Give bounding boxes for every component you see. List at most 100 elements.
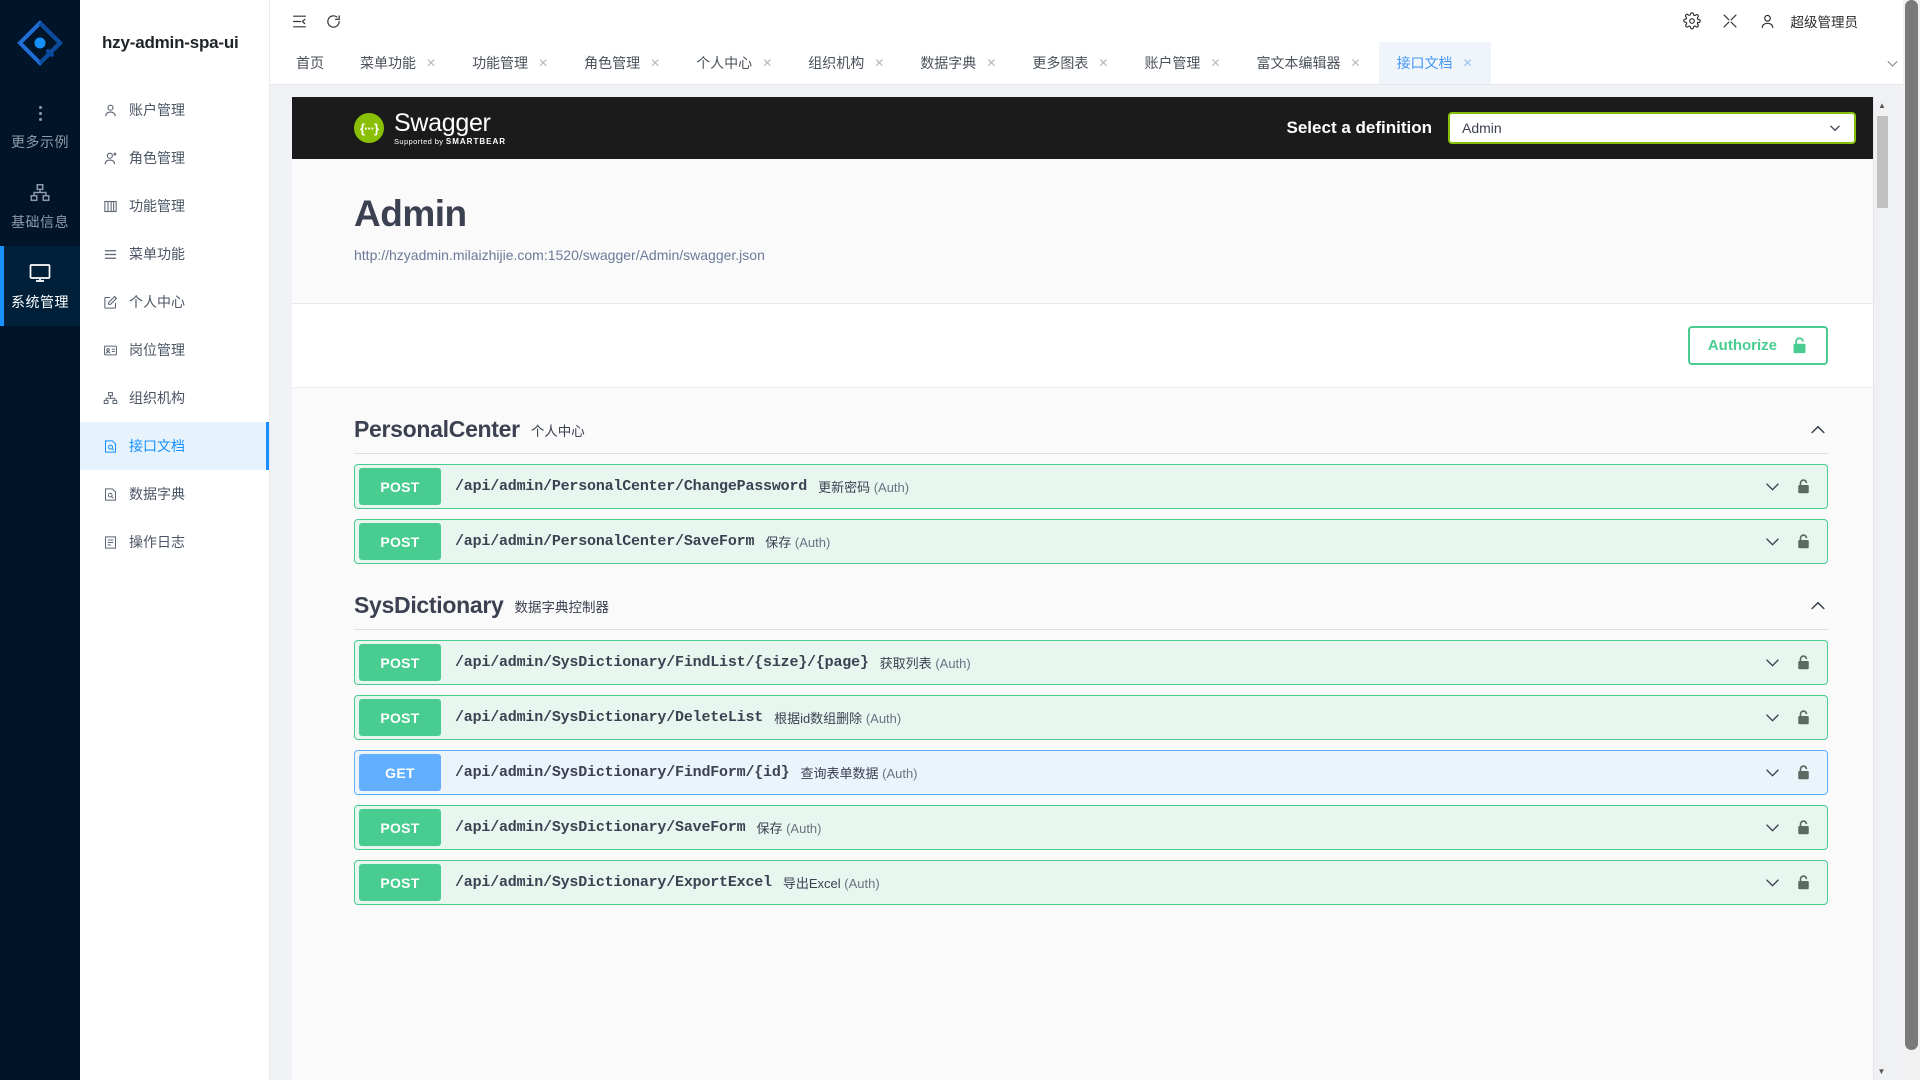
sidebar-item-label: 菜单功能 <box>129 244 185 264</box>
sidebar-item-function-management[interactable]: 功能管理 <box>80 182 269 230</box>
close-icon[interactable]: ✕ <box>426 57 436 69</box>
browser-scrollbar-thumb[interactable] <box>1905 0 1918 1050</box>
chevron-down-icon[interactable] <box>1763 653 1782 672</box>
sidebar-item-data-dictionary[interactable]: 数据字典 <box>80 470 269 518</box>
tab-account-management[interactable]: 账户管理 ✕ <box>1126 42 1238 84</box>
sidebar-item-post-management[interactable]: 岗位管理 <box>80 326 269 374</box>
section-header-personalcenter[interactable]: PersonalCenter 个人中心 <box>354 388 1828 454</box>
sidebar-item-operation-log[interactable]: 操作日志 <box>80 518 269 566</box>
rail-item-more-examples[interactable]: 更多示例 <box>0 86 80 166</box>
tab-function-management[interactable]: 功能管理 ✕ <box>454 42 566 84</box>
close-icon[interactable]: ✕ <box>1098 57 1108 69</box>
operation-auth-tag: (Auth) <box>786 821 821 836</box>
doc-log-icon <box>102 534 118 550</box>
chevron-up-icon[interactable] <box>1808 596 1828 616</box>
http-method-badge: POST <box>359 523 441 560</box>
operation-row[interactable]: POST /api/admin/SysDictionary/FindList/{… <box>354 640 1828 685</box>
sidebar-item-api-docs[interactable]: 接口文档 <box>80 422 269 470</box>
tab-role-management[interactable]: 角色管理 ✕ <box>566 42 678 84</box>
user-icon[interactable] <box>1751 4 1785 38</box>
page-title: Admin <box>354 193 1828 235</box>
app-logo[interactable] <box>0 0 80 86</box>
operation-row[interactable]: POST /api/admin/SysDictionary/DeleteList… <box>354 695 1828 740</box>
close-icon[interactable]: ✕ <box>1351 57 1361 69</box>
close-icon[interactable]: ✕ <box>762 57 772 69</box>
lock-icon[interactable] <box>1796 764 1811 781</box>
tab-personal-center[interactable]: 个人中心 ✕ <box>678 42 790 84</box>
sidebar-item-role-management[interactable]: 角色管理 <box>80 134 269 182</box>
rail-item-basic-info[interactable]: 基础信息 <box>0 166 80 246</box>
swagger-json-link[interactable]: http://hzyadmin.milaizhijie.com:1520/swa… <box>354 247 1828 263</box>
close-icon[interactable]: ✕ <box>1210 57 1220 69</box>
scrollbar-thumb[interactable] <box>1877 116 1888 208</box>
operation-summary-text: 更新密码 <box>818 480 870 495</box>
sidebar-item-organization[interactable]: 组织机构 <box>80 374 269 422</box>
close-icon[interactable]: ✕ <box>986 57 996 69</box>
chevron-down-icon[interactable] <box>1763 763 1782 782</box>
sidebar-item-personal-center[interactable]: 个人中心 <box>80 278 269 326</box>
definition-selector-group: Select a definition Admin <box>1287 112 1856 144</box>
sidebar-item-account-management[interactable]: 账户管理 <box>80 86 269 134</box>
header-toolbar: 超级管理员 全屏 <box>270 0 1920 42</box>
operation-auth-tag: (Auth) <box>844 876 879 891</box>
operation-row[interactable]: POST /api/admin/PersonalCenter/SaveForm … <box>354 519 1828 564</box>
definition-select-value: Admin <box>1462 120 1502 136</box>
tab-data-dictionary[interactable]: 数据字典 ✕ <box>902 42 1014 84</box>
close-icon[interactable]: ✕ <box>538 57 548 69</box>
tab-more-charts[interactable]: 更多图表 ✕ <box>1014 42 1126 84</box>
authorize-button[interactable]: Authorize <box>1688 326 1828 365</box>
operation-path: /api/admin/SysDictionary/DeleteList <box>455 709 763 726</box>
operation-auth-tag: (Auth) <box>874 480 909 495</box>
chevron-down-icon[interactable] <box>1763 477 1782 496</box>
tab-label: 富文本编辑器 <box>1257 53 1341 73</box>
chevron-down-icon[interactable] <box>1763 873 1782 892</box>
browser-scrollbar[interactable] <box>1903 0 1920 1080</box>
section-description: 个人中心 <box>531 420 585 440</box>
tab-menu-function[interactable]: 菜单功能 ✕ <box>342 42 454 84</box>
tab-label: 菜单功能 <box>360 53 416 73</box>
sidebar-item-label: 账户管理 <box>129 100 185 120</box>
close-icon[interactable]: ✕ <box>1463 57 1473 69</box>
close-icon[interactable]: ✕ <box>874 57 884 69</box>
operation-row[interactable]: POST /api/admin/SysDictionary/SaveForm 保… <box>354 805 1828 850</box>
sitemap-icon <box>29 178 51 208</box>
app-root: 更多示例 基础信息 系统管理 hz <box>0 0 1920 1080</box>
lock-icon[interactable] <box>1796 478 1811 495</box>
tab-label: 更多图表 <box>1032 53 1088 73</box>
tab-rich-text-editor[interactable]: 富文本编辑器 ✕ <box>1239 42 1379 84</box>
lock-icon[interactable] <box>1796 874 1811 891</box>
lock-icon[interactable] <box>1796 709 1811 726</box>
gear-icon[interactable] <box>1675 4 1709 38</box>
chevron-down-icon[interactable] <box>1763 708 1782 727</box>
doc-gear-icon <box>102 486 118 502</box>
operation-row[interactable]: GET /api/admin/SysDictionary/FindForm/{i… <box>354 750 1828 795</box>
lock-icon[interactable] <box>1796 654 1811 671</box>
fullscreen-exit-icon[interactable] <box>1713 4 1747 38</box>
rail-item-system-management[interactable]: 系统管理 <box>0 246 80 326</box>
lock-icon[interactable] <box>1796 533 1811 550</box>
swagger-logo[interactable]: {···} Swagger Supported by SMARTBEAR <box>354 110 506 146</box>
username-label[interactable]: 超级管理员 <box>1789 11 1863 31</box>
section-header-sysdictionary[interactable]: SysDictionary 数据字典控制器 <box>354 564 1828 630</box>
scroll-down-arrow-icon[interactable]: ▼ <box>1874 1063 1889 1080</box>
ellipsis-icon <box>39 98 42 128</box>
tab-home[interactable]: 首页 <box>278 42 342 84</box>
lock-icon[interactable] <box>1796 819 1811 836</box>
operation-row[interactable]: POST /api/admin/SysDictionary/ExportExce… <box>354 860 1828 905</box>
sidebar-item-menu-function[interactable]: 菜单功能 <box>80 230 269 278</box>
chevron-down-icon[interactable] <box>1763 532 1782 551</box>
refresh-icon[interactable] <box>316 4 350 38</box>
scroll-up-arrow-icon[interactable]: ▲ <box>1874 97 1890 114</box>
operation-row[interactable]: POST /api/admin/PersonalCenter/ChangePas… <box>354 464 1828 509</box>
chevron-down-icon[interactable] <box>1763 818 1782 837</box>
close-icon[interactable]: ✕ <box>650 57 660 69</box>
definition-select[interactable]: Admin <box>1448 112 1856 144</box>
sidebar-item-label: 组织机构 <box>129 388 185 408</box>
http-method-badge: GET <box>359 754 441 791</box>
chevron-up-icon[interactable] <box>1808 420 1828 440</box>
menu-fold-icon[interactable] <box>282 4 316 38</box>
tab-api-docs[interactable]: 接口文档 ✕ <box>1379 42 1491 84</box>
tab-label: 接口文档 <box>1397 53 1453 73</box>
content-scrollbar[interactable]: ▲ ▼ <box>1873 97 1890 1080</box>
tab-organization[interactable]: 组织机构 ✕ <box>790 42 902 84</box>
